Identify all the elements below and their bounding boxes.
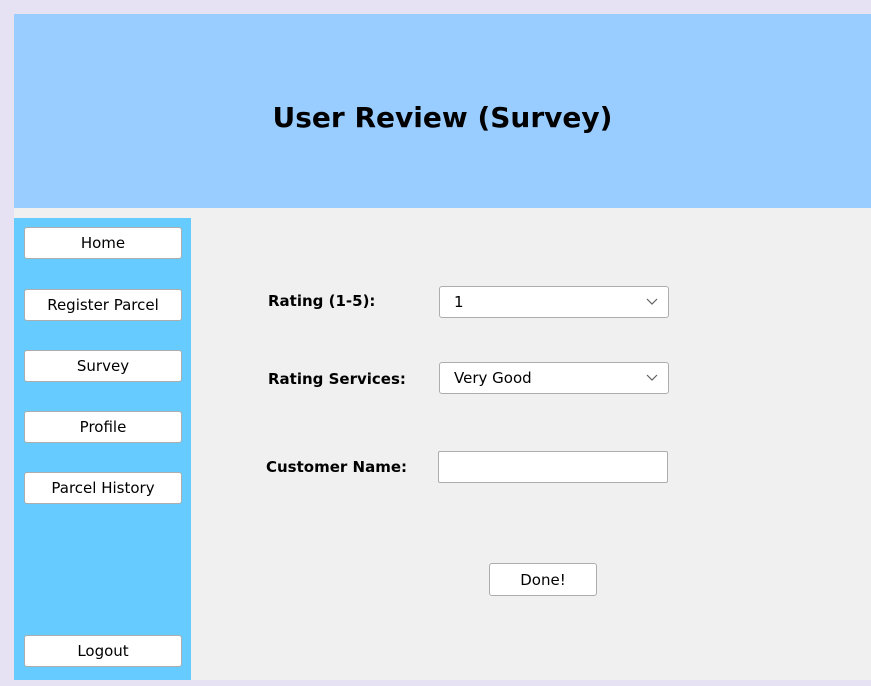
profile-button[interactable]: Profile bbox=[24, 411, 182, 443]
rating-services-label: Rating Services: bbox=[268, 370, 406, 388]
home-button[interactable]: Home bbox=[24, 227, 182, 259]
app-window: User Review (Survey) Home Register Parce… bbox=[14, 14, 871, 680]
register-parcel-button[interactable]: Register Parcel bbox=[24, 289, 182, 321]
customer-name-input[interactable] bbox=[438, 451, 668, 483]
survey-button[interactable]: Survey bbox=[24, 350, 182, 382]
done-button[interactable]: Done! bbox=[489, 563, 597, 596]
logout-button[interactable]: Logout bbox=[24, 635, 182, 667]
sidebar: Home Register Parcel Survey Profile Parc… bbox=[14, 218, 191, 680]
rating-select-value: 1 bbox=[454, 293, 464, 311]
rating-services-select[interactable]: Very Good bbox=[439, 362, 669, 394]
header-banner: User Review (Survey) bbox=[14, 14, 871, 208]
page-title: User Review (Survey) bbox=[272, 101, 613, 134]
rating-select[interactable]: 1 bbox=[439, 286, 669, 318]
chevron-down-icon bbox=[646, 374, 658, 381]
chevron-down-icon bbox=[646, 298, 658, 305]
rating-label: Rating (1-5): bbox=[268, 292, 376, 310]
parcel-history-button[interactable]: Parcel History bbox=[24, 472, 182, 504]
rating-services-select-value: Very Good bbox=[454, 369, 532, 387]
customer-name-label: Customer Name: bbox=[266, 458, 407, 476]
